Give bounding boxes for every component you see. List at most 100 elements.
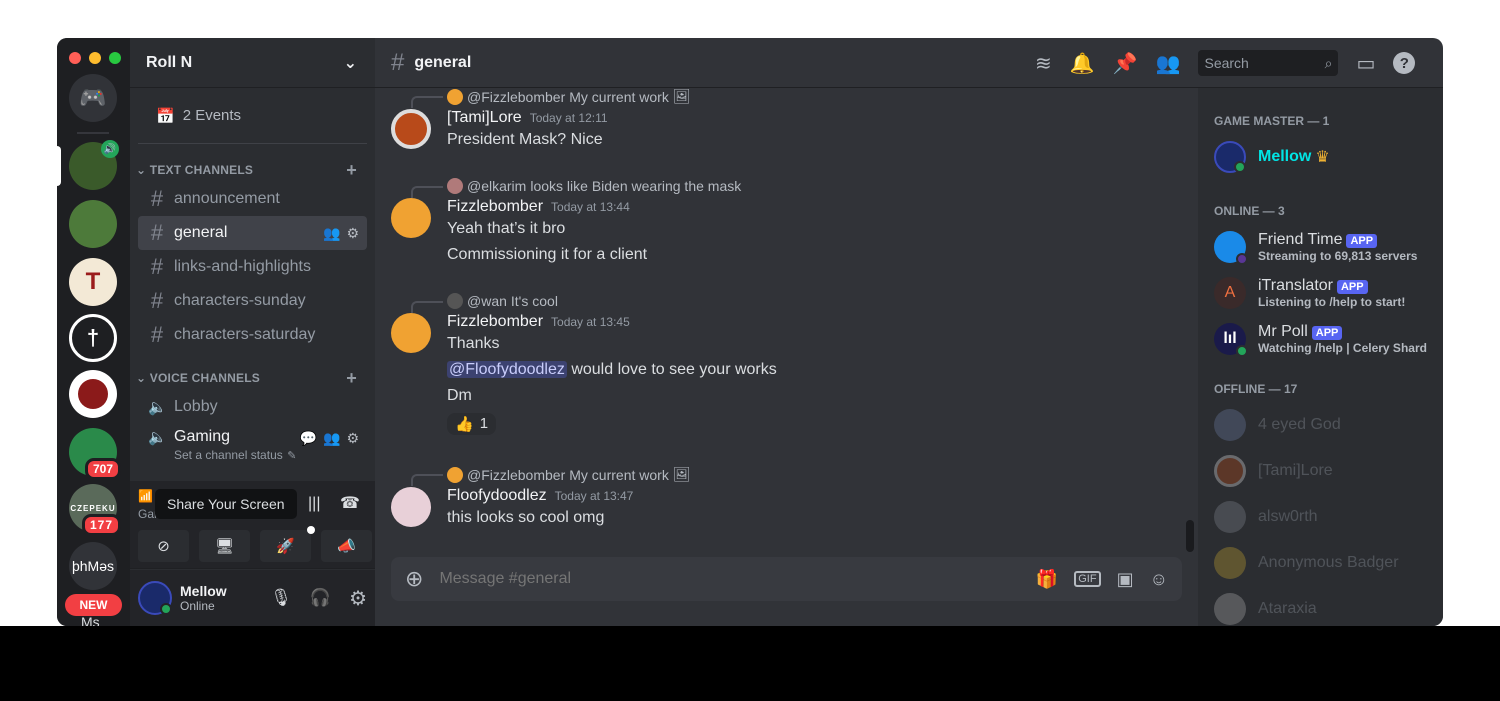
category-voice-channels[interactable]: ⌄ VOICE CHANNELS + [130, 366, 375, 390]
scrollbar[interactable] [1186, 520, 1194, 552]
message: @Fizzlebomber My current work 🖼 [Tami]Lore… [391, 88, 691, 153]
microphone-icon[interactable]: 🎙 [270, 588, 292, 608]
server-icon[interactable]: † [69, 314, 117, 362]
avatar[interactable] [138, 581, 172, 615]
app-badge: APP [1311, 326, 1343, 340]
home-discord-icon[interactable]: 🎮 [69, 74, 117, 122]
noise-suppression-icon[interactable]: ||| [308, 495, 320, 513]
gear-icon[interactable]: ⚙ [346, 225, 359, 242]
disconnect-icon[interactable]: ☎ [340, 493, 360, 513]
message: @elkarim looks like Biden wearing the mas… [391, 178, 741, 268]
threads-icon[interactable]: ≋ [1035, 51, 1052, 76]
bell-icon[interactable]: 🔔 [1070, 51, 1095, 76]
message-list: @Fizzlebomber My current work 🖼 [Tami]Lore… [375, 88, 1190, 548]
gear-icon[interactable]: ⚙ [349, 586, 367, 611]
member-item[interactable]: Ataraxia [1198, 586, 1443, 626]
hash-icon: # [150, 254, 164, 279]
member-item[interactable]: lıl Mr Poll APP Watching /help | Celery Sha… [1198, 316, 1443, 362]
member-item[interactable]: Friend Time APP Streaming to 69,813 server… [1198, 224, 1443, 270]
headphones-icon[interactable]: 🎧 [310, 588, 331, 608]
add-channel-icon[interactable]: + [346, 368, 357, 389]
activity-rocket-button[interactable]: 🚀 [260, 526, 315, 562]
hash-icon: # [150, 220, 164, 245]
tooltip: Share Your Screen [155, 489, 297, 519]
chevron-down-icon: ⌄ [343, 54, 357, 72]
image-icon: 🖼 [672, 88, 691, 104]
new-badge: NEW [65, 594, 122, 616]
server-label-partial: Ms [81, 614, 100, 626]
member-list: GAME MASTER — 1 Mellow ♛ ONLINE — 3 Frien… [1198, 88, 1443, 626]
voice-channel-gaming[interactable]: 🔈 Gaming Set a channel status ✎ 💬 👥 ⚙ [138, 424, 367, 462]
member-item[interactable]: AiTranslator APP Listening to /help to sta… [1198, 270, 1443, 316]
hash-icon: # [150, 186, 164, 211]
server-icon[interactable]: þhMəs [69, 542, 117, 590]
server-rail: 🎮 🔊 T † 707 CZEPEKU 177 þhMəs NEW Ms [57, 38, 130, 626]
server-header[interactable]: Roll N ⌄ [130, 38, 375, 88]
server-icon[interactable]: CZEPEKU 177 [69, 484, 121, 536]
server-icon[interactable] [69, 370, 117, 418]
emoji-icon[interactable]: ☺ [1150, 569, 1168, 590]
app-badge: APP [1336, 280, 1368, 294]
gif-icon[interactable]: GIF [1074, 571, 1101, 587]
close-button[interactable] [69, 52, 81, 64]
members-icon[interactable]: 👥 [1156, 51, 1181, 76]
gear-icon[interactable]: ⚙ [346, 430, 359, 447]
hash-icon: # [150, 322, 164, 347]
add-channel-icon[interactable]: + [346, 160, 357, 181]
user-panel: Mellow Online 🎙 🎧 ⚙ [130, 570, 375, 626]
channel-links-and-highlights[interactable]: # links-and-highlights [138, 250, 367, 284]
reaction-thumbs-up[interactable]: 👍 1 [447, 413, 497, 435]
voice-connected-panel: 📶 Gar Share Your Screen ||| ☎ ⊘ 🖥 🚀 📣 [130, 481, 375, 569]
avatar[interactable] [391, 487, 431, 527]
add-attachment-icon[interactable]: ⊕ [405, 566, 423, 592]
soundboard-button[interactable]: 📣 [321, 530, 372, 562]
channel-announcement[interactable]: # announcement [138, 182, 367, 216]
avatar[interactable] [391, 313, 431, 353]
sticker-icon[interactable]: ▣ [1117, 569, 1134, 590]
active-server-indicator [57, 146, 61, 186]
chat-area: # general @Fizzlebomber My current work 🖼 … [375, 38, 1198, 626]
share-screen-button[interactable]: 🖥 [199, 530, 250, 562]
channel-characters-saturday[interactable]: # characters-saturday [138, 318, 367, 352]
speaker-icon: 🔊 [101, 140, 119, 158]
category-text-channels[interactable]: ⌄ TEXT CHANNELS + [130, 158, 375, 182]
hash-icon: # [150, 288, 164, 313]
server-icon[interactable] [69, 200, 117, 248]
search-input[interactable]: Search ⌕ [1198, 50, 1339, 76]
app-badge: APP [1346, 234, 1378, 248]
channel-sidebar: Roll N ⌄ 📅 2 Events ⌄ TEXT CHANNELS + # anno… [130, 38, 375, 626]
channel-general[interactable]: # general 👥 ⚙ [138, 216, 367, 250]
divider [77, 132, 109, 134]
maximize-button[interactable] [109, 52, 121, 64]
user-mention[interactable]: @Floofydoodlez [447, 361, 567, 378]
message-input[interactable] [439, 570, 1020, 588]
member-item[interactable]: Mellow ♛ [1198, 134, 1443, 180]
gift-icon[interactable]: 🎁 [1036, 569, 1058, 590]
crown-icon: ♛ [1315, 149, 1330, 166]
invite-icon[interactable]: 👥 [323, 225, 340, 242]
avatar[interactable] [391, 109, 431, 149]
server-icon[interactable]: T [69, 258, 117, 306]
mention-badge: 177 [81, 514, 121, 536]
channel-characters-sunday[interactable]: # characters-sunday [138, 284, 367, 318]
channel-status[interactable]: Set a channel status [174, 448, 283, 462]
member-item[interactable]: alsw0rth [1198, 494, 1443, 540]
avatar[interactable] [391, 198, 431, 238]
events-button[interactable]: 📅 2 Events [138, 88, 367, 144]
invite-icon[interactable]: 👥 [323, 430, 340, 447]
help-icon[interactable]: ? [1393, 52, 1416, 74]
inbox-icon[interactable]: ▭ [1356, 51, 1375, 76]
member-item[interactable]: 4 eyed God [1198, 402, 1443, 448]
chat-icon[interactable]: 💬 [300, 430, 317, 447]
pin-icon[interactable]: 📌 [1113, 51, 1138, 76]
server-icon[interactable]: 707 [69, 428, 121, 480]
pencil-icon: ✎ [287, 450, 297, 462]
camera-off-button[interactable]: ⊘ [138, 530, 189, 562]
speaker-icon: 🔈 [148, 429, 167, 446]
member-item[interactable]: Anonymous Badger [1198, 540, 1443, 586]
message: @wan It's cool Fizzlebomber Today at 13:45… [391, 293, 777, 435]
minimize-button[interactable] [89, 52, 101, 64]
server-roll-n[interactable]: 🔊 [69, 140, 119, 190]
voice-channel-lobby[interactable]: 🔈 Lobby [138, 390, 367, 424]
member-item[interactable]: [Tami]Lore [1198, 448, 1443, 494]
